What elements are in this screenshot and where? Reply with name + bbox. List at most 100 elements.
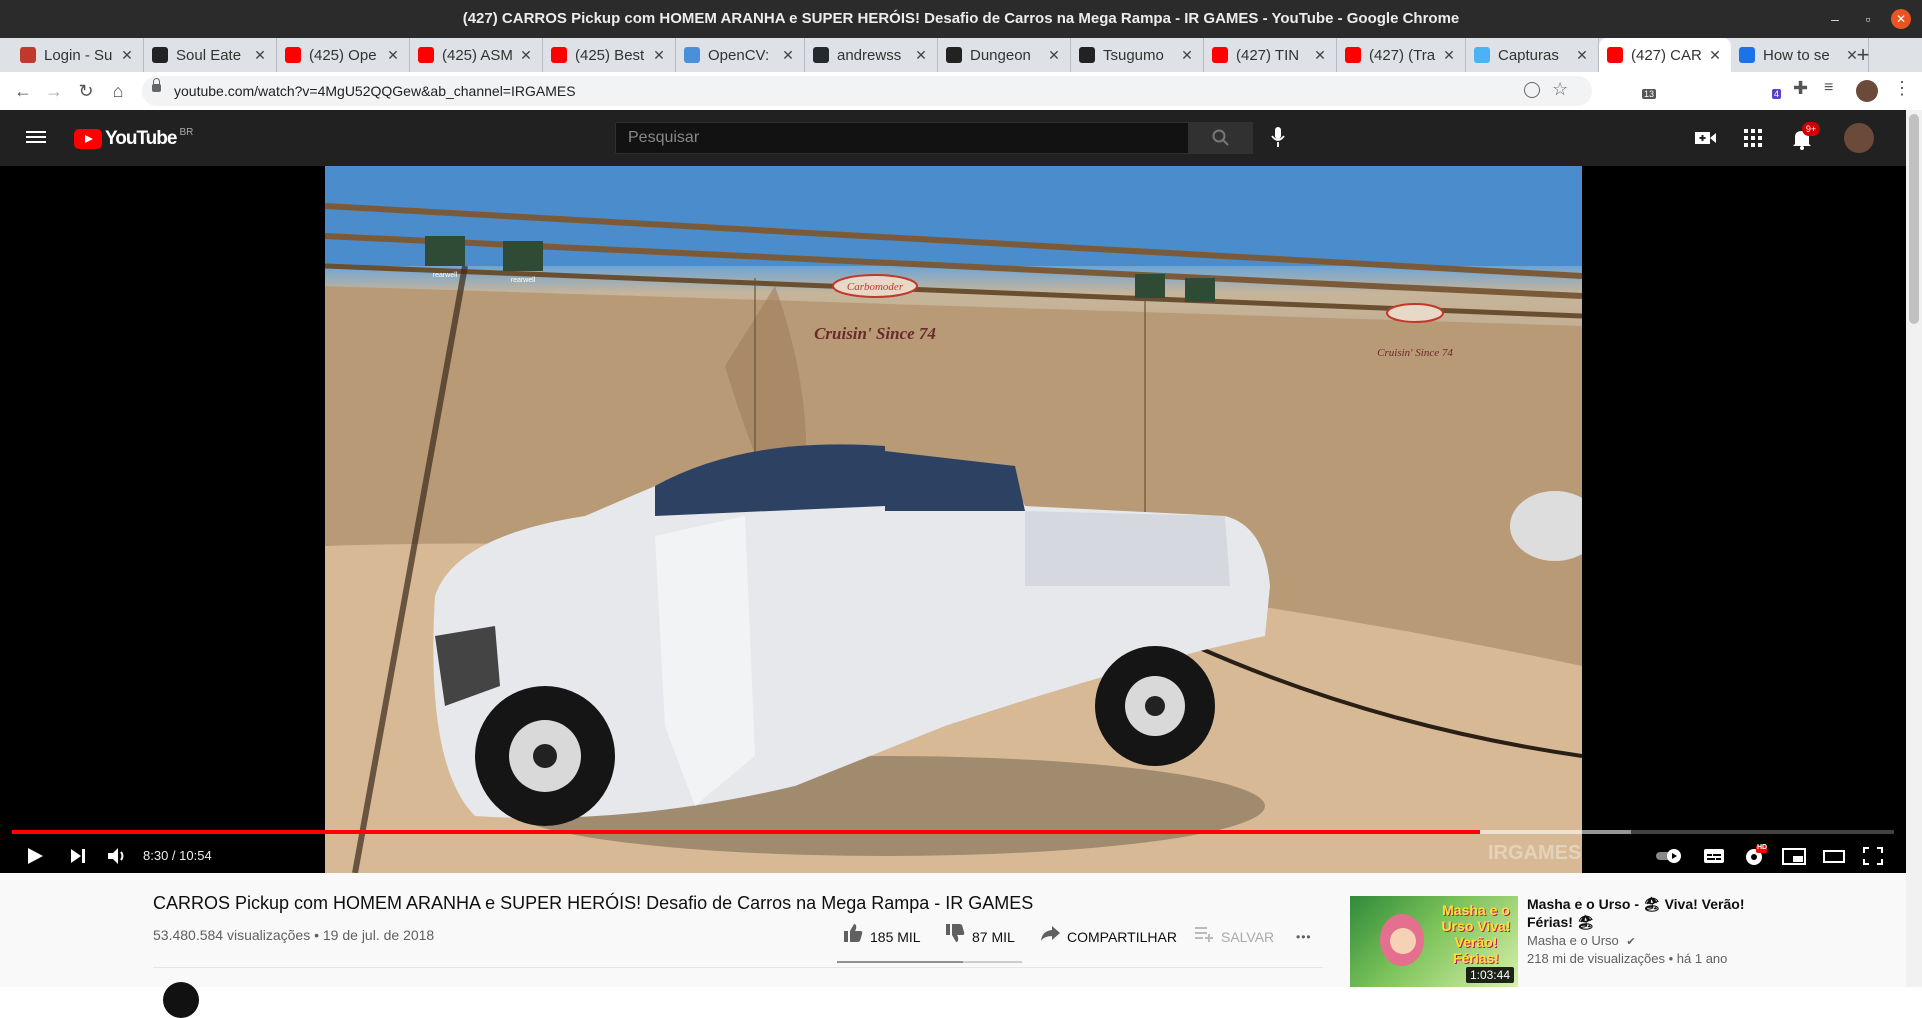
lock-icon (152, 78, 161, 92)
logo-text: YouTube (105, 128, 177, 149)
extension-badge: 4 (1772, 89, 1782, 99)
back-button[interactable]: ← (12, 80, 34, 102)
forward-button[interactable]: → (43, 80, 65, 102)
tab-close-icon[interactable]: ✕ (780, 47, 796, 64)
menu-icon[interactable]: ⋮ (1893, 78, 1911, 99)
tab-close-icon[interactable]: ✕ (119, 47, 135, 64)
puzzle-icon[interactable]: ✚ (1793, 78, 1808, 99)
window-titlebar: (427) CARROS Pickup com HOMEM ARANHA e S… (0, 0, 1922, 38)
tab-item[interactable]: Dungeon ✕ (938, 38, 1071, 72)
tab-item[interactable]: (427) TIN ✕ (1204, 38, 1337, 72)
search-button[interactable] (1189, 122, 1253, 154)
scrollbar-thumb[interactable] (1909, 114, 1919, 324)
tab-item[interactable]: (425) Best ✕ (543, 38, 676, 72)
install-icon[interactable] (1524, 82, 1540, 98)
save-button[interactable]: SALVAR (1193, 923, 1274, 951)
home-button[interactable]: ⌂ (107, 80, 129, 102)
youtube-logo[interactable]: YouTube BR (74, 127, 193, 150)
like-button[interactable]: 185 MIL (842, 923, 921, 951)
tab-close-icon[interactable]: ✕ (518, 47, 534, 64)
tab-item[interactable]: OpenCV: ✕ (676, 38, 805, 72)
video-title: CARROS Pickup com HOMEM ARANHA e SUPER H… (153, 893, 1034, 913)
hamburger-menu-icon[interactable] (26, 128, 46, 148)
close-window-button[interactable]: ✕ (1891, 9, 1911, 29)
new-tab-button[interactable]: + (1848, 38, 1878, 72)
recommended-title[interactable]: Masha e o Urso - 🏖 Viva! Verão! Férias! … (1527, 895, 1757, 931)
address-bar[interactable]: youtube.com/watch?v=4MgU52QQGew&ab_chann… (142, 76, 1592, 106)
tab-close-icon[interactable]: ✕ (385, 47, 401, 64)
subtitles-icon (1704, 849, 1724, 863)
miniplayer-icon (1782, 848, 1806, 865)
share-arrow-icon (1039, 922, 1061, 952)
autoplay-toggle[interactable] (1654, 844, 1684, 868)
tab-close-icon[interactable]: ✕ (1707, 47, 1723, 64)
tab-close-icon[interactable]: ✕ (1179, 47, 1195, 64)
dislike-button[interactable]: 87 MIL (944, 923, 1015, 951)
user-avatar[interactable] (1844, 123, 1874, 153)
youtube-icon (1212, 47, 1228, 63)
tab-item[interactable]: andrewss ✕ (805, 38, 938, 72)
next-button[interactable] (68, 844, 88, 868)
theater-mode-button[interactable] (1822, 844, 1846, 868)
theater-icon (1823, 850, 1845, 863)
minimize-button[interactable]: – (1825, 9, 1845, 29)
progress-bar[interactable] (12, 830, 1894, 834)
tab-close-icon[interactable]: ✕ (252, 47, 268, 64)
sign-small-text: rearwell (511, 277, 536, 284)
youtube-icon (285, 47, 301, 63)
tab-close-icon[interactable]: ✕ (1441, 47, 1457, 64)
channel-avatar[interactable] (163, 982, 199, 1018)
play-button[interactable] (25, 844, 45, 868)
more-actions-button[interactable]: ••• (1296, 923, 1312, 951)
microphone-icon[interactable] (1270, 126, 1286, 153)
youtube-icon (551, 47, 567, 63)
apps-grid-icon[interactable] (1744, 129, 1762, 152)
profile-avatar[interactable] (1856, 80, 1878, 102)
youtube-play-icon (74, 129, 102, 149)
tab-close-icon[interactable]: ✕ (651, 47, 667, 64)
video-frame[interactable]: Carbomoder Cruisin' Since 74 Cruisin' Si… (325, 166, 1582, 873)
tab-item[interactable]: Soul Eate ✕ (144, 38, 277, 72)
tab-close-icon[interactable]: ✕ (1046, 47, 1062, 64)
tab-close-icon[interactable]: ✕ (1312, 47, 1328, 64)
video-scene: Carbomoder Cruisin' Since 74 Cruisin' Si… (325, 166, 1582, 873)
video-player[interactable]: Carbomoder Cruisin' Since 74 Cruisin' Si… (0, 166, 1906, 873)
settings-button[interactable]: HD (1743, 844, 1767, 868)
tab-close-icon[interactable]: ✕ (1574, 47, 1590, 64)
subtitles-button[interactable] (1703, 844, 1725, 868)
opencv-icon (684, 47, 700, 63)
tab-label: (427) TIN (1236, 46, 1300, 64)
player-controls: 8:30 / 10:54 HD (0, 838, 1906, 873)
tab-item[interactable]: Tsugumo ✕ (1071, 38, 1204, 72)
thumbs-up-icon (842, 922, 864, 952)
miniplayer-button[interactable] (1782, 844, 1806, 868)
fullscreen-button[interactable] (1862, 844, 1884, 868)
reload-button[interactable]: ↻ (75, 80, 97, 102)
thumbnail-caption: Masha e o Urso Viva! Verão! Férias! (1441, 902, 1511, 966)
bookmark-star-icon[interactable]: ☆ (1552, 79, 1568, 100)
sign-slogan-small-text: Cruisin' Since 74 (1377, 347, 1453, 359)
played-bar (12, 830, 1480, 834)
tab-item[interactable]: (425) ASM ✕ (410, 38, 543, 72)
url-text[interactable]: youtube.com/watch?v=4MgU52QQGew&ab_chann… (174, 76, 576, 106)
page-scrollbar[interactable] (1906, 110, 1922, 987)
search-input[interactable] (615, 122, 1189, 154)
maximize-button[interactable]: ▫ (1858, 9, 1878, 29)
tab-item[interactable]: (427) (Tra ✕ (1337, 38, 1466, 72)
tab-item[interactable]: (427) CAR ✕ (1599, 38, 1731, 72)
sign-slogan-text: Cruisin' Since 74 (814, 324, 936, 343)
recommended-channel[interactable]: Masha e o Urso ✔ (1527, 933, 1636, 948)
volume-button[interactable] (106, 844, 128, 868)
create-video-icon[interactable] (1694, 129, 1718, 152)
tab-item[interactable]: (425) Ope ✕ (277, 38, 410, 72)
tab-label: Soul Eate (176, 46, 242, 64)
recommended-thumbnail[interactable]: Masha e o Urso Viva! Verão! Férias! 1:03… (1350, 896, 1518, 987)
thumbs-down-icon (944, 922, 966, 952)
pushbullet-icon (1474, 47, 1490, 63)
share-button[interactable]: COMPARTILHAR (1039, 923, 1177, 951)
tab-item[interactable]: Capturas ✕ (1466, 38, 1599, 72)
fullscreen-icon (1863, 847, 1883, 865)
tab-close-icon[interactable]: ✕ (913, 47, 929, 64)
reading-list-icon[interactable]: ≡ (1824, 79, 1833, 97)
tab-item[interactable]: Login - Su ✕ (12, 38, 144, 72)
